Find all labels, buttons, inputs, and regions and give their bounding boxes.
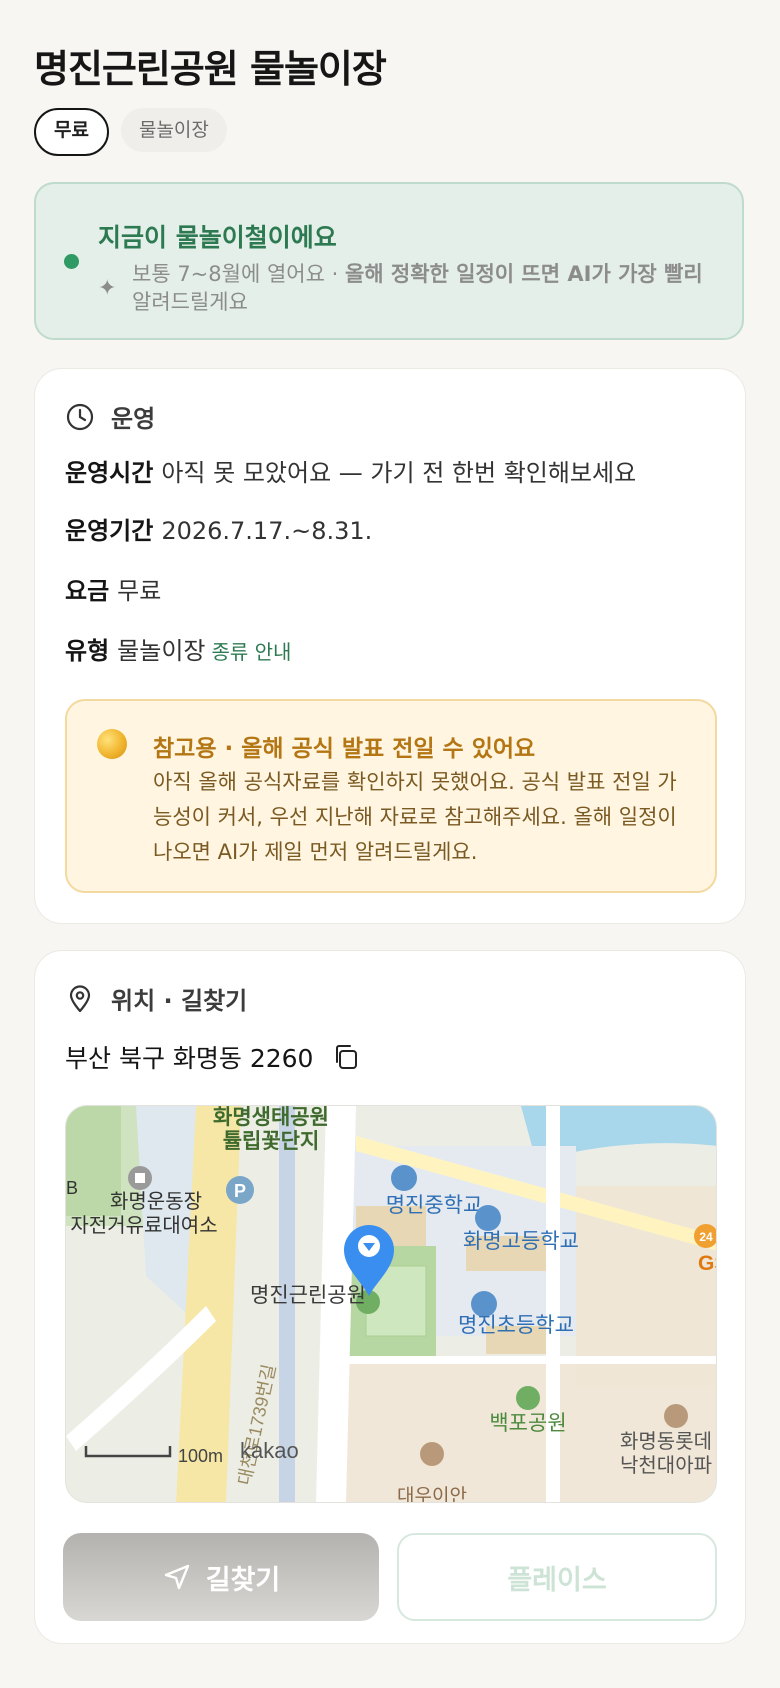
map-label-school-elem: 명진초등학교 [458, 1314, 574, 1337]
notice-text: 아직 올해 공식자료를 확인하지 못했어요. 공식 발표 전일 가능성이 커서,… [153, 770, 677, 864]
row-type-value: 물놀이장 [117, 637, 206, 665]
season-body-bold: 올해 정확한 일정이 뜨면 AI가 가장 빨리 [344, 262, 703, 286]
stadium-marker-glyph [135, 1173, 145, 1183]
coin-icon [97, 729, 127, 759]
row-period: 운영기간 2026.7.17.~8.31. [65, 511, 372, 546]
season-body-tail: 알려드릴게요 [132, 290, 248, 314]
map-label-park-main: 명진근린공원 [250, 1284, 366, 1307]
clock-icon [66, 403, 94, 430]
row-hours: 운영시간 아직 못 모았어요 — 가기 전 한번 확인해보세요 [65, 453, 636, 488]
sparkle-icon: ✦ [98, 276, 117, 301]
map-label-apt: 화명동롯데 [620, 1430, 712, 1453]
place-button-label: 플레이스 [507, 1564, 607, 1596]
map-label-park-top2: 튤립꽃단지 [223, 1130, 320, 1153]
row-type-key: 유형 [65, 637, 110, 665]
parking-icon-glyph: P [234, 1181, 246, 1201]
navigation-arrow-icon [164, 1564, 189, 1590]
copy-icon[interactable] [331, 1042, 361, 1072]
school-mid-icon [391, 1165, 417, 1191]
row-period-value: 2026.7.17.~8.31. [161, 517, 373, 545]
apt2-icon [420, 1442, 444, 1466]
season-heading: 지금이 물놀이철이에요 [98, 223, 337, 252]
type-guide-link[interactable]: 종류 안내 [212, 640, 292, 664]
map-label-park-baekpo: 백포공원 [489, 1412, 566, 1435]
store-24-label: 24 [699, 1230, 713, 1244]
place-button[interactable]: 플레이스 [397, 1533, 717, 1621]
reference-notice: 참고용 · 올해 공식 발표 전일 수 있어요 아직 올해 공식자료를 확인하지… [65, 699, 717, 893]
address-row: 부산 북구 화명동 2260 [65, 1039, 361, 1075]
map-label-bottom: 대우이안 [397, 1485, 467, 1503]
map-label-school-mid: 명진중학교 [386, 1194, 483, 1217]
location-card: 위치 · 길찾기 부산 북구 화명동 2260 화명생태공원 튤립꽃단지 B 화… [34, 950, 746, 1644]
directions-button[interactable]: 길찾기 [63, 1533, 379, 1621]
map-label-bike: 자전거유료대여소 [70, 1214, 217, 1237]
map-label-apt2: 낙천대아파 [620, 1454, 712, 1477]
location-header: 위치 · 길찾기 [65, 981, 247, 1016]
chip-free[interactable]: 무료 [34, 108, 109, 156]
row-hours-value: 아직 못 모았어요 — 가기 전 한번 확인해보세요 [161, 459, 637, 487]
operation-label: 운영 [111, 405, 156, 433]
map-label-gs: GS [698, 1252, 717, 1275]
status-dot-icon [64, 254, 79, 269]
map-scale-label: 100m [178, 1446, 223, 1466]
tag-chips: 무료 물놀이장 [34, 108, 227, 156]
map-label-stadium: 화명운동장 [110, 1190, 202, 1213]
season-banner: 지금이 물놀이철이에요 ✦ 보통 7~8월에 열어요 · 올해 정확한 일정이 … [34, 182, 744, 340]
row-fee-key: 요금 [65, 577, 110, 605]
map-canvas[interactable]: 화명생태공원 튤립꽃단지 B 화명운동장 자전거유료대여소 P 명진중학교 화명… [66, 1106, 717, 1503]
operation-header: 운영 [65, 399, 155, 434]
row-type: 유형 물놀이장 종류 안내 [65, 631, 291, 666]
location-label: 위치 · 길찾기 [111, 987, 248, 1015]
row-fee-value: 무료 [117, 577, 162, 605]
season-body-normal: 보통 7~8월에 열어요 · [132, 262, 345, 286]
page-title: 명진근린공원 물놀이장 [34, 47, 387, 91]
school-high-icon [475, 1205, 501, 1231]
row-hours-key: 운영시간 [65, 459, 154, 487]
row-fee: 요금 무료 [65, 571, 161, 606]
row-period-key: 운영기간 [65, 517, 154, 545]
map-provider-logo: kakao [240, 1438, 299, 1463]
map-label-park-top: 화명생태공원 [213, 1106, 329, 1129]
map-label-school-high: 화명고등학교 [463, 1230, 579, 1253]
notice-title: 참고용 · 올해 공식 발표 전일 수 있어요 [153, 736, 536, 762]
address-text: 부산 북구 화명동 2260 [65, 1044, 314, 1073]
apt-icon [664, 1404, 688, 1428]
location-pin-icon [69, 984, 91, 1012]
chip-waterpark[interactable]: 물놀이장 [120, 108, 227, 152]
park-baekpo-icon [516, 1386, 540, 1410]
season-body: 보통 7~8월에 열어요 · 올해 정확한 일정이 뜨면 AI가 가장 빨리알려… [132, 260, 722, 316]
directions-button-label: 길찾기 [205, 1564, 281, 1596]
operation-card: 운영 운영시간 아직 못 모았어요 — 가기 전 한번 확인해보세요 운영기간 20… [34, 368, 746, 924]
map-label-b: B [66, 1178, 78, 1198]
map-view[interactable]: 화명생태공원 튤립꽃단지 B 화명운동장 자전거유료대여소 P 명진중학교 화명… [65, 1105, 717, 1503]
